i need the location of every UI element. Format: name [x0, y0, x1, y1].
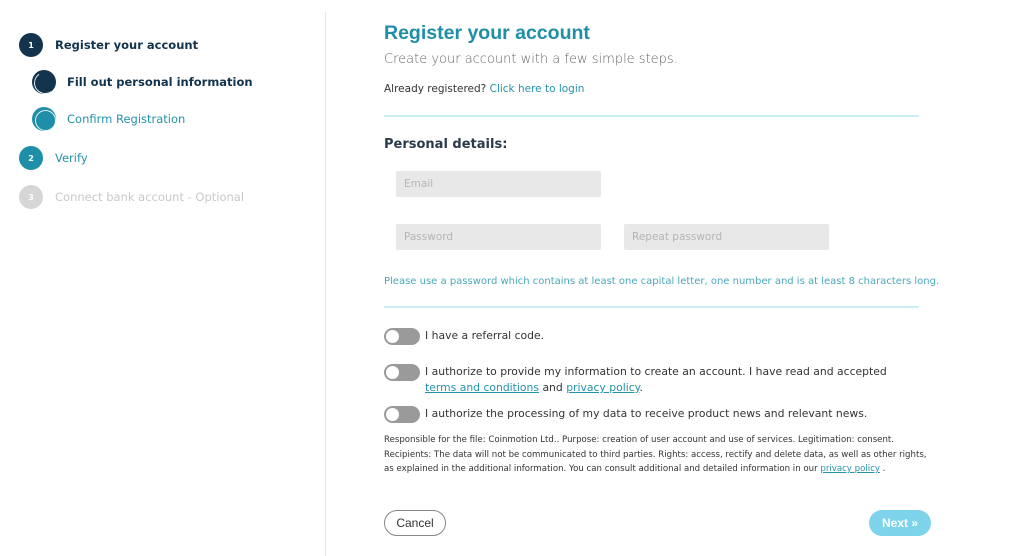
- toggle-label: I have a referral code.: [425, 329, 545, 342]
- news-consent-toggle[interactable]: [384, 406, 420, 423]
- step-register-account: 1 Register your account: [19, 33, 198, 57]
- account-consent-toggle[interactable]: [384, 364, 420, 381]
- period-text: .: [639, 381, 643, 394]
- progress-ring-icon: [32, 70, 56, 94]
- substep-label: Fill out personal information: [67, 75, 253, 89]
- step-number-badge: 3: [19, 185, 43, 209]
- section-title: Personal details:: [384, 137, 508, 152]
- substep-fill-personal-info: Fill out personal information: [32, 70, 253, 94]
- divider: [384, 306, 919, 308]
- already-registered-text: Already registered?: [384, 83, 487, 95]
- step-verify: 2 Verify: [19, 146, 88, 170]
- news-consent-row: I authorize the processing of my data to…: [384, 406, 925, 423]
- step-label: Register your account: [55, 38, 199, 52]
- cancel-button[interactable]: Cancel: [384, 510, 446, 536]
- repeat-password-field[interactable]: [624, 224, 829, 250]
- next-button[interactable]: Next »: [869, 510, 931, 536]
- step-label: Connect bank account - Optional: [55, 190, 245, 204]
- substep-confirm-registration: Confirm Registration: [32, 107, 185, 131]
- divider: [384, 115, 919, 117]
- legal-privacy-policy-link[interactable]: privacy policy: [820, 464, 880, 474]
- step-connect-bank: 3 Connect bank account - Optional: [19, 185, 244, 209]
- step-number-badge: 1: [19, 33, 43, 57]
- step-label: Verify: [55, 151, 88, 165]
- legal-notice: Responsible for the file: Coinmotion Ltd…: [384, 433, 929, 477]
- substep-label: Confirm Registration: [67, 112, 186, 126]
- toggle-label: I authorize the processing of my data to…: [425, 407, 868, 420]
- consent-text: I authorize to provide my information to…: [425, 365, 887, 378]
- circle-ring-icon: [32, 107, 56, 131]
- page-subtitle: Create your account with a few simple st…: [384, 52, 678, 67]
- referral-code-toggle[interactable]: [384, 328, 420, 345]
- page-title: Register your account: [384, 22, 590, 44]
- login-link[interactable]: Click here to login: [490, 83, 585, 95]
- account-consent-row: I authorize to provide my information to…: [384, 364, 925, 396]
- password-hint: Please use a password which contains at …: [384, 276, 940, 287]
- and-text: and: [542, 381, 563, 394]
- privacy-policy-link[interactable]: privacy policy: [566, 381, 639, 394]
- referral-code-row: I have a referral code.: [384, 328, 925, 345]
- registration-stepper: 1 Register your account Fill out persona…: [0, 0, 326, 556]
- toggle-label: I authorize to provide my information to…: [425, 364, 925, 396]
- legal-end: .: [882, 464, 886, 474]
- vertical-divider: [325, 12, 326, 556]
- already-registered-line: Already registered? Click here to login: [384, 83, 584, 95]
- registration-form: Register your account Create your accoun…: [384, 0, 944, 556]
- terms-link[interactable]: terms and conditions: [425, 381, 539, 394]
- password-field[interactable]: [396, 224, 601, 250]
- step-number-badge: 2: [19, 146, 43, 170]
- email-field[interactable]: [396, 171, 601, 197]
